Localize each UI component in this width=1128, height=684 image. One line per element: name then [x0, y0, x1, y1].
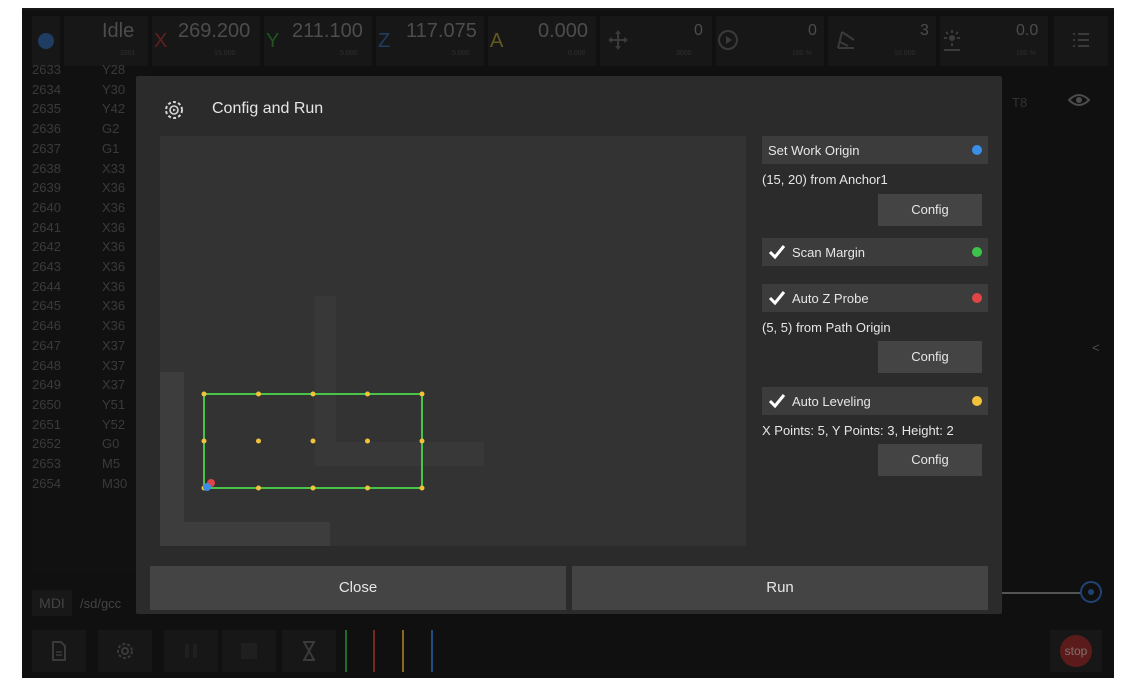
leveling-point	[201, 438, 207, 444]
work-origin-marker	[203, 483, 211, 491]
scan-margin-label: Scan Margin	[792, 245, 865, 260]
leveling-point	[310, 391, 316, 397]
path-preview-svg	[160, 296, 484, 546]
auto-z-probe-desc: (5, 5) from Path Origin	[762, 320, 891, 335]
scan-margin-header[interactable]: Scan Margin	[762, 238, 988, 266]
leveling-point	[310, 485, 316, 491]
z-probe-config-button[interactable]: Config	[878, 341, 982, 373]
path-preview-canvas[interactable]	[160, 136, 746, 546]
app-window: Idle 3301 X 269.200 15.000 Y 211.100 5.0…	[22, 8, 1114, 678]
blue-dot-icon	[972, 145, 982, 155]
set-work-origin-header[interactable]: Set Work Origin	[762, 136, 988, 164]
yellow-dot-icon	[972, 396, 982, 406]
gear-play-icon	[165, 101, 183, 119]
close-button[interactable]: Close	[150, 566, 566, 610]
scan-margin-checkbox[interactable]	[768, 244, 786, 260]
config-run-dialog: Config and Run Set Work Origin (15, 20) …	[136, 76, 1002, 614]
leveling-point	[256, 391, 261, 397]
leveling-point	[419, 485, 425, 491]
leveling-point	[365, 438, 370, 444]
set-work-origin-label: Set Work Origin	[768, 143, 860, 158]
leveling-config-button[interactable]: Config	[878, 444, 982, 476]
auto-z-probe-label: Auto Z Probe	[792, 291, 869, 306]
anchor-shape	[160, 372, 330, 546]
work-origin-config-button[interactable]: Config	[878, 194, 982, 226]
auto-leveling-desc: X Points: 5, Y Points: 3, Height: 2	[762, 423, 954, 438]
red-dot-icon	[972, 293, 982, 303]
leveling-point	[256, 438, 261, 444]
leveling-point	[310, 438, 316, 444]
leveling-point	[419, 438, 425, 444]
auto-leveling-label: Auto Leveling	[792, 394, 871, 409]
auto-leveling-header[interactable]: Auto Leveling	[762, 387, 988, 415]
auto-z-probe-checkbox[interactable]	[768, 290, 786, 306]
ghost-anchor-shape	[315, 296, 484, 466]
auto-z-probe-header[interactable]: Auto Z Probe	[762, 284, 988, 312]
dialog-title: Config and Run	[212, 100, 324, 117]
leveling-point	[256, 485, 261, 491]
leveling-point	[201, 391, 207, 397]
set-work-origin-desc: (15, 20) from Anchor1	[762, 172, 888, 187]
run-button[interactable]: Run	[572, 566, 988, 610]
auto-leveling-checkbox[interactable]	[768, 393, 786, 409]
green-dot-icon	[972, 247, 982, 257]
leveling-point	[365, 485, 370, 491]
leveling-points	[201, 391, 425, 491]
leveling-point	[365, 391, 370, 397]
leveling-point	[419, 391, 425, 397]
options-panel: Set Work Origin (15, 20) from Anchor1 Co…	[762, 136, 1002, 546]
